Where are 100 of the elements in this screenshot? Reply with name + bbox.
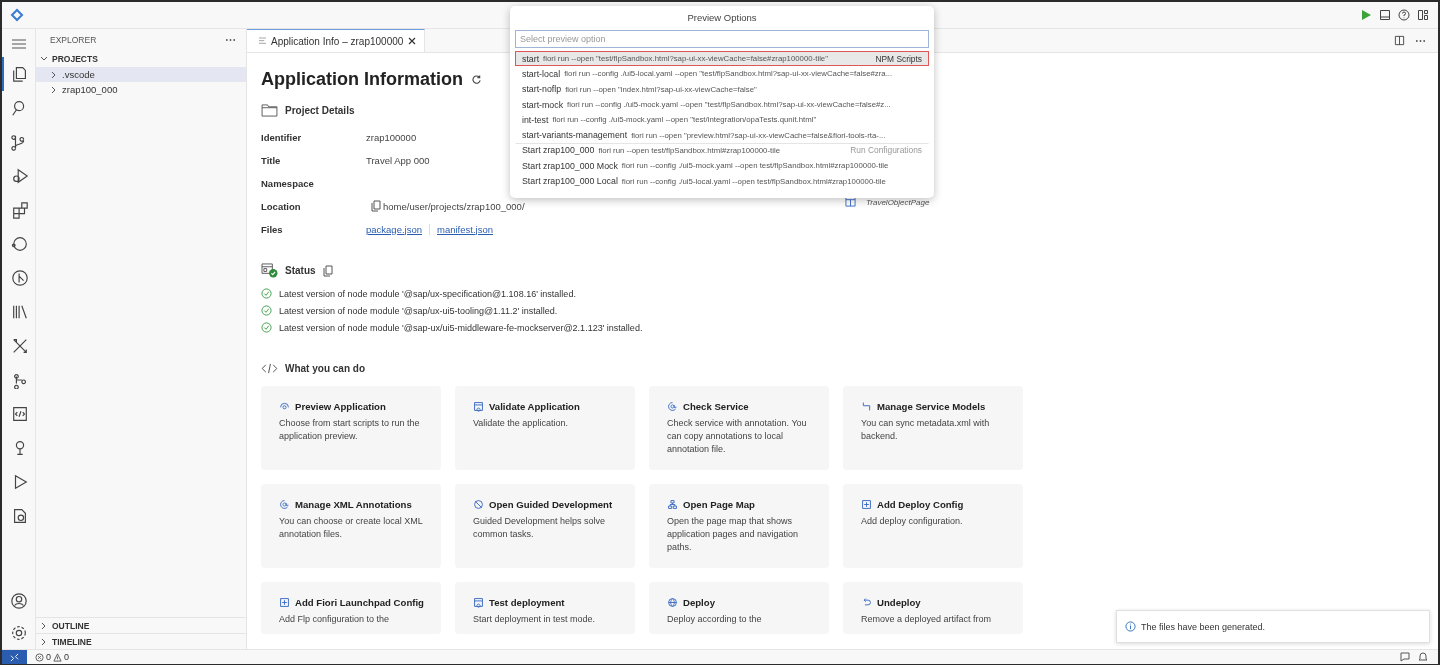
card-title: Test deployment — [489, 597, 565, 608]
action-icon — [667, 401, 678, 412]
card-description: You can sync metadata.xml with backend. — [861, 417, 991, 443]
section-header[interactable]: OUTLINE — [36, 617, 246, 633]
action-card[interactable]: Open Guided Development Guided Development helps solve common tasks. — [455, 484, 635, 568]
action-card[interactable]: Deploy Deploy according to the — [649, 582, 829, 634]
library-icon — [10, 303, 29, 321]
action-card[interactable]: Manage Service Models You can sync metadata.xml with backend. — [843, 386, 1023, 470]
page-map-entity: TravelObjectPage — [866, 198, 930, 207]
code-check-icon — [10, 405, 29, 423]
remote-button[interactable] — [2, 650, 27, 664]
remote-icon — [10, 652, 19, 662]
copy-icon[interactable] — [322, 264, 333, 277]
status-message: Latest version of node module '@sap-ux/ui5-middleware-fe-mockserver@2.1.123' installed. — [279, 322, 643, 333]
action-card[interactable]: Add Deploy Config Add deploy configuration. — [843, 484, 1023, 568]
editor-tab[interactable]: Application Info – zrap100000 — [247, 29, 426, 52]
tree-item[interactable]: .vscode — [36, 67, 246, 82]
card-description: Add Flp configuration to the — [279, 613, 391, 626]
action-card[interactable]: Add Fiori Launchpad Config Add Flp configuration to the — [261, 582, 441, 634]
page-title: Application Information — [261, 69, 463, 90]
file-icon — [259, 36, 266, 46]
more-actions-icon[interactable] — [225, 38, 236, 42]
action-icon — [473, 597, 484, 608]
action-card[interactable]: Manage XML Annotations You can choose or create local XML annotation files. — [261, 484, 441, 568]
status-check-icon — [261, 263, 278, 278]
panel-icon[interactable] — [1379, 9, 1391, 21]
card-title: Open Page Map — [683, 499, 755, 510]
card-description: Choose from start scripts to run the application preview. — [279, 417, 421, 443]
card-title: Manage XML Annotations — [295, 499, 412, 510]
run-icon[interactable] — [1360, 9, 1372, 21]
run-debug-icon — [10, 167, 29, 185]
card-title: Add Deploy Config — [877, 499, 964, 510]
card-description: Start deployment in test mode. — [473, 613, 597, 626]
extensions-icon — [10, 201, 29, 219]
bell-icon[interactable] — [1418, 652, 1428, 662]
action-icon — [667, 499, 678, 510]
section-header[interactable]: PROJECTS — [36, 51, 246, 67]
status-message: Latest version of node module '@sap/ux-ui5-tooling@1.11.2' installed. — [279, 305, 558, 316]
field-label: Title — [261, 154, 282, 166]
layout-icon[interactable] — [1417, 9, 1429, 21]
action-icon — [473, 401, 484, 412]
code-icon — [261, 363, 278, 374]
card-title: Deploy — [683, 597, 715, 608]
action-icon — [861, 401, 872, 412]
card-title: Validate Application — [489, 401, 580, 412]
section-heading: Status — [285, 265, 316, 276]
tree-item[interactable]: zrap100_000 — [36, 82, 246, 97]
field-value: Travel App 000 — [366, 154, 430, 166]
page-icon — [845, 196, 856, 207]
circle-nodes-icon — [10, 235, 29, 253]
field-label: Identifier — [261, 131, 303, 143]
help-icon[interactable] — [1398, 9, 1410, 21]
field-label: Location — [261, 200, 302, 212]
action-icon — [473, 499, 484, 510]
card-title: Open Guided Development — [489, 499, 613, 510]
action-icon — [279, 597, 290, 608]
field-value: zrap100000 — [366, 131, 417, 143]
account-icon[interactable] — [9, 592, 28, 610]
more-actions-icon[interactable] — [1415, 38, 1426, 43]
card-description: Add deploy configuration. — [861, 515, 964, 528]
section-heading: What you can do — [285, 363, 365, 374]
card-description: Open the page map that shows application pages and navigation paths. — [667, 515, 800, 554]
card-title: Undeploy — [877, 597, 921, 608]
action-icon — [279, 401, 290, 412]
error-icon — [35, 652, 44, 662]
action-card[interactable]: Undeploy Remove a deployed artifact from — [843, 582, 1023, 634]
action-card[interactable]: Validate Application Validate the application. — [455, 386, 635, 470]
warning-icon — [53, 652, 62, 662]
info-icon — [1125, 621, 1136, 632]
folder-icon — [261, 104, 278, 117]
explorer-title: EXPLORER — [50, 35, 97, 45]
files-icon — [10, 65, 29, 83]
action-card[interactable]: Open Page Map Open the page map that shows application pages and navigation paths. — [649, 484, 829, 568]
card-description: Deploy according to the — [667, 613, 763, 626]
card-title: Add Fiori Launchpad Config — [295, 597, 424, 608]
action-card[interactable]: Check Service Check service with annotation. You can copy annotations to local annotation file. — [649, 386, 829, 470]
section-heading: Project Details — [285, 105, 355, 116]
card-description: Guided Development helps solve common tasks. — [473, 515, 607, 541]
problems-indicator[interactable]: 0 0 — [35, 652, 70, 662]
action-card[interactable]: Preview Application Choose from start scripts to run the application preview. — [261, 386, 441, 470]
card-description: You can choose or create local XML annotation files. — [279, 515, 424, 541]
file-link[interactable]: manifest.json — [429, 223, 493, 235]
dialog-title: Preview Options — [686, 11, 758, 25]
card-description: Check service with annotation. You can copy annotations to local annotation file. — [667, 417, 808, 456]
action-icon — [861, 597, 872, 608]
settings-icon[interactable] — [9, 624, 28, 642]
split-editor-icon[interactable] — [1394, 35, 1405, 46]
app-logo-icon — [10, 8, 24, 22]
action-card[interactable]: Test deployment Start deployment in test mode. — [455, 582, 635, 634]
refresh-icon[interactable] — [471, 74, 482, 85]
status-message: Latest version of node module '@sap/ux-specification@1.108.16' installed. — [279, 288, 576, 299]
action-icon — [279, 499, 290, 510]
file-link[interactable]: package.json — [366, 223, 422, 235]
field-label: Namespace — [261, 177, 315, 189]
card-description: Validate the application. — [473, 417, 569, 430]
account-feedback-icon[interactable] — [1400, 652, 1410, 662]
search-field[interactable]: Select preview option — [515, 30, 929, 48]
copy-icon[interactable] — [371, 200, 381, 212]
close-icon[interactable] — [408, 37, 417, 45]
card-title: Manage Service Models — [877, 401, 986, 412]
